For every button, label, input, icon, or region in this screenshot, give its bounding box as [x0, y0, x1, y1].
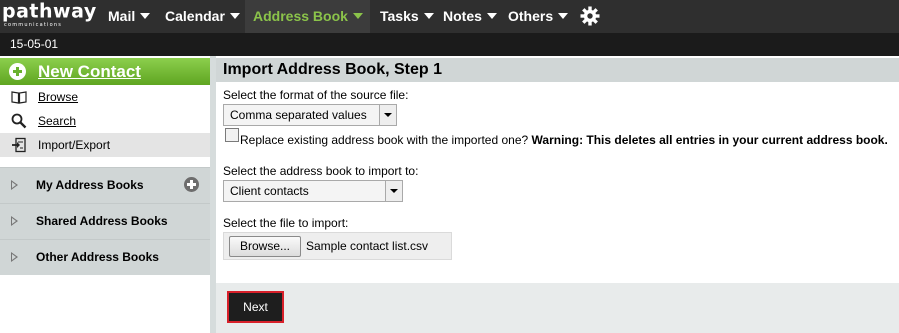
format-select-value: Comma separated values: [230, 108, 367, 122]
expand-triangle-icon: [11, 180, 18, 190]
section-other-address-books[interactable]: Other Address Books: [0, 239, 210, 275]
book-icon: [11, 91, 27, 104]
sidebar-item-import-export-label: Import/Export: [38, 138, 111, 152]
chevron-down-icon: [486, 13, 497, 20]
selected-file-name: Sample contact list.csv: [306, 239, 429, 253]
section-shared-address-books[interactable]: Shared Address Books: [0, 203, 210, 239]
nav-calendar-label: Calendar: [165, 8, 225, 24]
replace-question: Replace existing address book with the i…: [240, 133, 529, 147]
chevron-down-icon: [140, 13, 151, 20]
top-navigation-bar: pathway communications Mail Calendar Add…: [0, 0, 899, 33]
nav-notes-label: Notes: [443, 8, 482, 24]
replace-text: Replace existing address book with the i…: [240, 133, 888, 147]
logo-subtitle: communications: [4, 22, 63, 28]
file-input: Browse... Sample contact list.csv: [223, 232, 452, 260]
chevron-down-icon: [379, 105, 396, 125]
section-shared-address-books-label: Shared Address Books: [36, 214, 168, 228]
chevron-down-icon: [229, 13, 240, 20]
new-contact-label: New Contact: [38, 62, 141, 81]
nav-mail-label: Mail: [108, 8, 136, 24]
magnifier-icon: [11, 113, 27, 129]
page-title: Import Address Book, Step 1: [216, 58, 899, 82]
replace-checkbox[interactable]: [225, 128, 239, 142]
book-label: Select the address book to import to:: [223, 164, 419, 178]
section-other-address-books-label: Other Address Books: [36, 250, 159, 264]
new-contact-button[interactable]: New Contact: [0, 58, 210, 85]
sidebar-item-search[interactable]: Search: [0, 109, 210, 133]
add-address-book-icon[interactable]: [184, 177, 199, 192]
nav-others[interactable]: Others: [508, 0, 569, 33]
nav-tasks-label: Tasks: [380, 8, 419, 24]
plus-circle-icon: [9, 63, 26, 80]
sidebar-item-search-label: Search: [38, 114, 77, 128]
nav-calendar[interactable]: Calendar: [165, 0, 240, 33]
format-select[interactable]: Comma separated values: [223, 104, 397, 126]
import-export-icon: [12, 137, 26, 153]
address-book-select[interactable]: Client contacts: [223, 180, 403, 202]
section-my-address-books-label: My Address Books: [36, 178, 144, 192]
chevron-down-icon: [385, 181, 402, 201]
sidebar: New Contact Browse Search Import/Export …: [0, 56, 210, 333]
nav-tasks[interactable]: Tasks: [380, 0, 434, 33]
logo-word: pathway: [2, 0, 97, 23]
expand-triangle-icon: [11, 252, 18, 262]
gear-icon[interactable]: [580, 6, 600, 26]
pathway-logo[interactable]: pathway communications: [2, 0, 96, 33]
next-button[interactable]: Next: [227, 291, 284, 323]
chevron-down-icon: [558, 13, 569, 20]
current-date: 15-05-01: [10, 37, 59, 51]
date-bar: 15-05-01: [0, 33, 899, 56]
chevron-down-icon: [352, 13, 363, 20]
nav-mail[interactable]: Mail: [108, 0, 151, 33]
sidebar-item-browse[interactable]: Browse: [0, 85, 210, 109]
browse-button[interactable]: Browse...: [229, 236, 301, 257]
sidebar-item-browse-label: Browse: [38, 90, 79, 104]
nav-notes[interactable]: Notes: [443, 0, 497, 33]
address-book-select-value: Client contacts: [230, 184, 309, 198]
nav-address-book[interactable]: Address Book: [245, 0, 370, 33]
nav-address-book-label: Address Book: [253, 8, 348, 24]
form-footer: Next: [216, 283, 899, 333]
section-my-address-books[interactable]: My Address Books: [0, 167, 210, 203]
sidebar-item-import-export[interactable]: Import/Export: [0, 133, 210, 157]
page-title-text: Import Address Book, Step 1: [223, 61, 442, 78]
expand-triangle-icon: [11, 216, 18, 226]
file-label: Select the file to import:: [223, 216, 349, 230]
replace-warning: Warning: This deletes all entries in you…: [531, 133, 888, 147]
nav-others-label: Others: [508, 8, 554, 24]
format-label: Select the format of the source file:: [223, 88, 409, 102]
import-panel: Import Address Book, Step 1 Select the f…: [216, 56, 899, 333]
chevron-down-icon: [423, 13, 434, 20]
